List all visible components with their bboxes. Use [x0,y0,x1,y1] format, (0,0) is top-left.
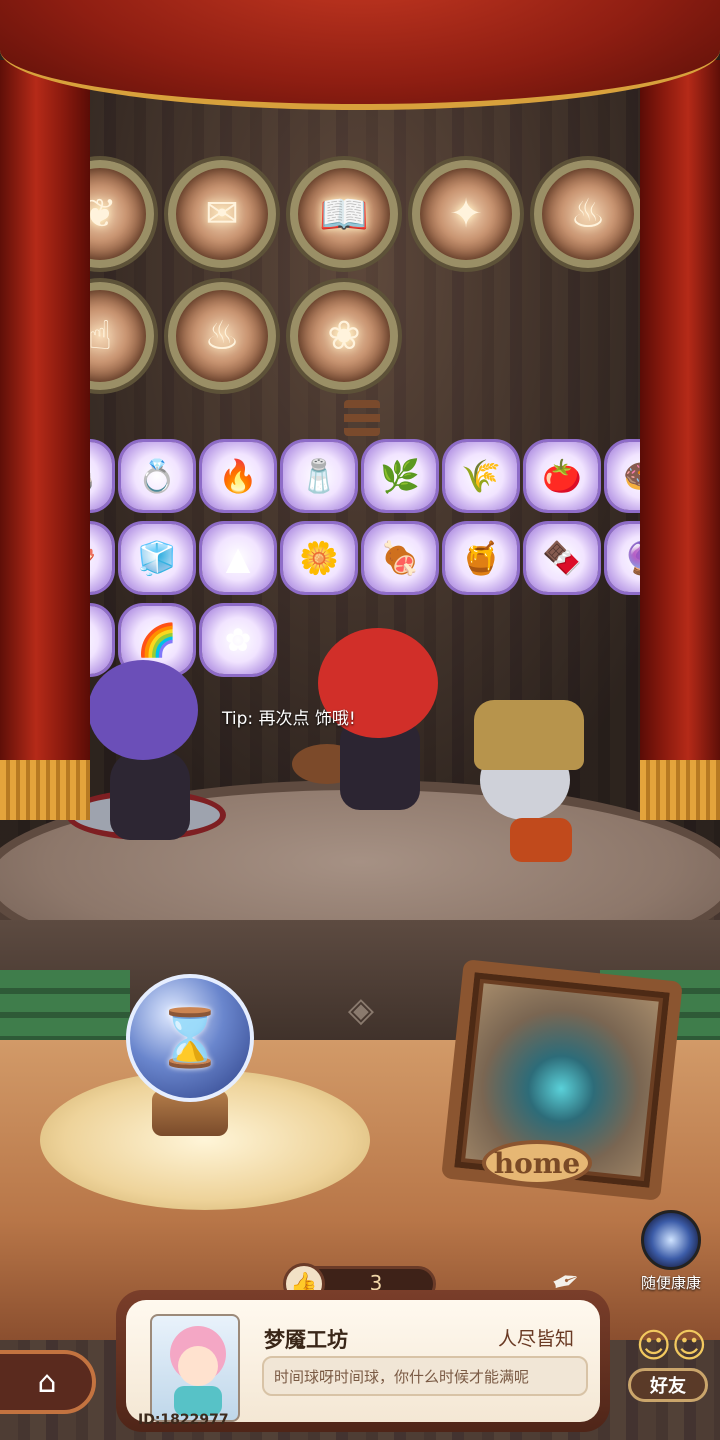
chocolate-icon: 🍫 [542,539,582,577]
home-button[interactable]: ⌂ [0,1350,96,1414]
maid-character[interactable] [88,660,198,760]
item-blue-flower[interactable]: ✿ [202,606,274,674]
friends-button[interactable]: ☺☺ 好友 [622,1326,714,1406]
ice-icon: 🧊 [137,539,177,577]
flower-icon: 🌼 [299,539,339,577]
player-id: ID:1822977 [138,1412,229,1428]
item-ice[interactable]: 🧊 [121,524,193,592]
item-ring[interactable]: 💍 [121,442,193,510]
drag-handle-icon[interactable] [344,400,380,436]
badge-slot-4[interactable]: ✦ [412,160,520,268]
badge-slot-8[interactable]: ❀ [290,282,398,390]
badge-slot-2[interactable]: ✉ [168,160,276,268]
item-herb[interactable]: 🌿 [364,442,436,510]
item-salt[interactable]: 🧂 [283,442,355,510]
tip-text: Tip: 再次点 饰哦! [222,709,356,729]
badge-icon: ✦ [449,191,483,237]
badge-icon: ♨ [570,191,606,237]
badge-icon: ♨ [204,313,240,359]
badge-icon: ❀ [327,313,361,359]
salt-icon: 🧂 [299,457,339,495]
item-chocolate[interactable]: 🍫 [526,524,598,592]
random-visit-button[interactable]: 随便康康 [636,1210,706,1296]
portal-icon [641,1210,701,1270]
badge-icon: 📖 [319,191,369,238]
time-crystal-ball[interactable]: ⌛ [126,974,254,1102]
profile-panel[interactable]: ID:1822977 梦魇工坊 人尽皆知 时间球呀时间球，你什么时候才能满呢 [116,1290,610,1432]
shard-icon: ▲ [225,539,251,577]
curtain-left [0,60,90,820]
white-hair-character-hat [474,700,584,770]
stage-ornament-icon: ◈ [347,990,375,1030]
home-icon: ⌂ [37,1364,57,1400]
hourglass-icon: ⌛ [155,1006,225,1071]
blue-flower-icon: ✿ [224,621,252,659]
item-meat[interactable]: 🍖 [364,524,436,592]
item-tomato[interactable]: 🍅 [526,442,598,510]
wheat-icon: 🌾 [461,457,501,495]
curtain-right [640,60,720,820]
tomato-icon: 🍅 [542,457,582,495]
rainbow-icon: 🌈 [137,621,177,659]
item-shard[interactable]: ▲ [202,524,274,592]
badge-slot-3[interactable]: 📖 [290,160,398,268]
ring-icon: 💍 [137,457,177,495]
item-flower[interactable]: 🌼 [283,524,355,592]
badge-slot-5[interactable]: ♨ [534,160,642,268]
item-ember[interactable]: 🔥 [202,442,274,510]
badge-icon: ✉ [205,191,239,237]
player-title: 人尽皆知 [497,1328,574,1350]
drum [510,818,572,862]
avatar[interactable] [150,1314,240,1422]
honeycomb-icon: 🍯 [461,539,501,577]
signature-text[interactable]: 时间球呀时间球，你什么时候才能满呢 [262,1356,588,1396]
maid-character-body[interactable] [110,750,190,840]
random-visit-label: 随便康康 [640,1274,701,1292]
item-honeycomb[interactable]: 🍯 [445,524,517,592]
player-name: 梦魇工坊 [264,1328,348,1352]
badge-slot-7[interactable]: ♨ [168,282,276,390]
badge-icon: ☝ [87,313,113,359]
home-sign[interactable]: home [482,1140,592,1186]
friends-icon: ☺☺ [636,1326,707,1366]
friends-label: 好友 [628,1368,708,1402]
meat-icon: 🍖 [380,539,420,577]
ember-icon: 🔥 [218,457,258,495]
herb-icon: 🌿 [380,457,420,495]
stairs-left [0,970,130,1050]
item-wheat[interactable]: 🌾 [445,442,517,510]
